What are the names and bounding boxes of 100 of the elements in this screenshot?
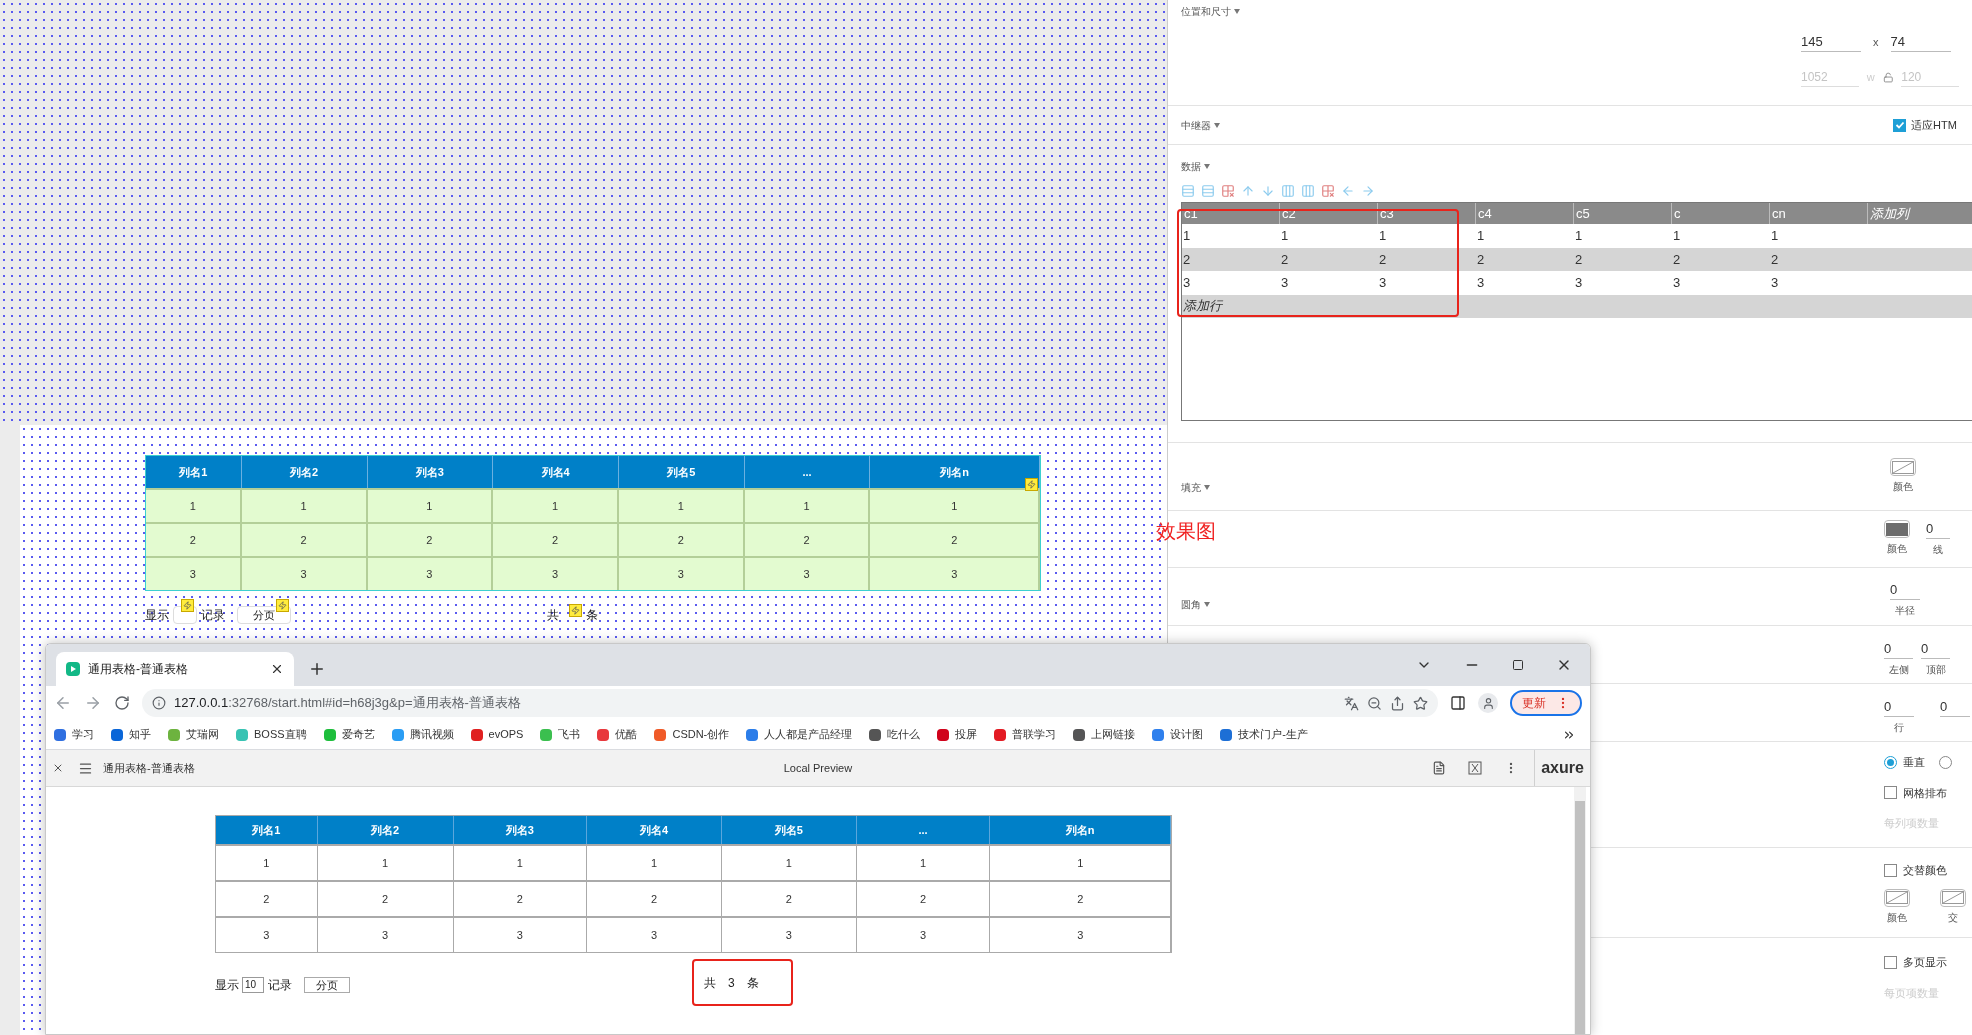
share-icon[interactable]: [1390, 695, 1405, 711]
page-size-field[interactable]: 10: [242, 976, 264, 993]
section-title[interactable]: 中继器: [1181, 117, 1211, 133]
number-field[interactable]: 0: [1884, 640, 1913, 659]
delete-grid-icon[interactable]: [1221, 184, 1235, 198]
reload-icon[interactable]: [114, 695, 130, 711]
checkbox[interactable]: [1884, 955, 1897, 969]
add-row-button[interactable]: 添加行: [1182, 296, 1223, 316]
total-label: 条: [746, 974, 759, 992]
checkbox[interactable]: [1884, 863, 1897, 877]
table-cell-text: 1: [1770, 227, 1780, 245]
number-field[interactable]: 74: [1890, 33, 1951, 52]
bookmark[interactable]: evOPS: [470, 726, 524, 743]
bookmark[interactable]: 艾瑞网: [168, 726, 219, 743]
field-label: 记录: [268, 976, 292, 994]
table-cell: 3: [493, 558, 619, 590]
dropdown-caret-icon[interactable]: [1234, 9, 1240, 14]
close-icon[interactable]: [52, 762, 64, 774]
bookmark[interactable]: 飞书: [540, 726, 581, 743]
section-title[interactable]: 位置和尺寸: [1181, 4, 1231, 19]
field-label: 线: [1933, 543, 1943, 557]
bookmark[interactable]: 人人都是产品经理: [746, 726, 853, 743]
bookmark[interactable]: 设计图: [1152, 726, 1204, 743]
forward-icon[interactable]: [84, 694, 102, 712]
section-title[interactable]: 圆角: [1181, 597, 1201, 612]
field-label: 左侧: [1888, 663, 1909, 677]
dropdown-caret-icon[interactable]: [1204, 602, 1210, 607]
field-label: 颜色: [1887, 910, 1907, 925]
delete-grid-icon[interactable]: [1321, 184, 1335, 198]
bookmark[interactable]: 知乎: [111, 726, 151, 743]
address-bar[interactable]: 127.0.0.1:32768/start.html#id=h68j3g&p=通用表格-普通表格: [142, 689, 1438, 717]
variable-icon[interactable]: [1468, 761, 1482, 775]
empty-color-swatch[interactable]: [1940, 888, 1966, 907]
number-field[interactable]: 0: [1884, 698, 1914, 717]
scrollbar[interactable]: [1574, 787, 1586, 1034]
table-cell: 2: [317, 882, 454, 916]
empty-color-swatch[interactable]: [1884, 888, 1910, 907]
table-cell: 2: [453, 882, 588, 916]
color-swatch[interactable]: [1884, 520, 1910, 538]
number-field[interactable]: 0: [1926, 520, 1950, 539]
number-field[interactable]: 0: [1890, 581, 1920, 600]
document-icon[interactable]: [1432, 761, 1446, 775]
translate-icon[interactable]: [1344, 695, 1359, 711]
new-tab-icon[interactable]: [308, 660, 326, 678]
table-cell: 3: [453, 918, 588, 952]
bookmark[interactable]: 学习: [54, 726, 94, 743]
table-cell: 2: [721, 882, 857, 916]
total-count: 3: [728, 974, 735, 992]
column-header: 列名n: [990, 816, 1171, 844]
paging-button[interactable]: 分页: [237, 606, 291, 624]
section-title[interactable]: 数据: [1181, 159, 1201, 174]
column-header: 列名3: [453, 816, 588, 844]
bookmark[interactable]: 投屏: [937, 726, 978, 743]
table-cell-text: 3: [1378, 274, 1388, 292]
bookmark[interactable]: 吃什么: [869, 726, 921, 743]
table-cell: 3: [367, 558, 494, 590]
side-panel-icon[interactable]: [1450, 695, 1466, 711]
update-button[interactable]: 更新: [1510, 690, 1582, 716]
bookmark[interactable]: 腾讯视频: [391, 726, 454, 743]
table-cell-text: 2: [1280, 250, 1290, 269]
number-field[interactable]: 0: [1921, 640, 1950, 659]
bookmark[interactable]: BOSS直聘: [236, 726, 307, 743]
section-title[interactable]: 填充: [1181, 480, 1201, 495]
preview-label: Local Preview: [783, 760, 853, 776]
dropdown-caret-icon[interactable]: [1204, 485, 1210, 490]
bookmark[interactable]: 普联学习: [994, 726, 1057, 743]
zoom-out-icon[interactable]: [1367, 695, 1382, 711]
star-icon[interactable]: [1413, 695, 1428, 711]
bookmark[interactable]: CSDN-创作: [654, 726, 730, 743]
dropdown-caret-icon[interactable]: [1214, 122, 1220, 128]
table-cell: 1: [990, 846, 1171, 880]
field-label: x: [1873, 35, 1879, 51]
table-cell: 2: [856, 882, 991, 916]
close-icon[interactable]: [270, 662, 284, 676]
menu-icon[interactable]: [78, 760, 93, 776]
profile-icon[interactable]: [1478, 693, 1498, 713]
lock-icon[interactable]: [1882, 72, 1894, 83]
back-icon[interactable]: [54, 694, 72, 712]
number-field[interactable]: 0: [1940, 698, 1970, 717]
tab-title: 通用表格-普通表格: [88, 661, 189, 678]
bookmark[interactable]: 技术门户-生产: [1220, 726, 1308, 743]
bookmark[interactable]: 上网链接: [1073, 726, 1136, 743]
table-cell: 1: [587, 846, 722, 880]
table-cell-text: 1: [1378, 227, 1388, 245]
table-cell: 3: [856, 918, 991, 952]
checkbox-label: 网格排布: [1903, 785, 1947, 801]
empty-color-swatch[interactable]: [1890, 458, 1916, 476]
field-label: 显示: [215, 976, 239, 994]
paging-button[interactable]: 分页: [304, 976, 350, 993]
bookmark[interactable]: 优酷: [597, 726, 638, 743]
browser-tab[interactable]: 通用表格-普通表格: [56, 652, 294, 686]
dropdown-caret-icon[interactable]: [1204, 164, 1210, 169]
bookmark[interactable]: 爱奇艺: [323, 726, 375, 743]
info-icon[interactable]: [152, 696, 166, 710]
checkbox[interactable]: [1893, 118, 1906, 132]
axure-logo: axure: [1534, 750, 1590, 786]
maximize-icon[interactable]: [1512, 659, 1524, 671]
checkbox[interactable]: [1884, 786, 1897, 800]
number-field[interactable]: 145: [1801, 33, 1861, 52]
column-header: 列名5: [721, 816, 857, 844]
